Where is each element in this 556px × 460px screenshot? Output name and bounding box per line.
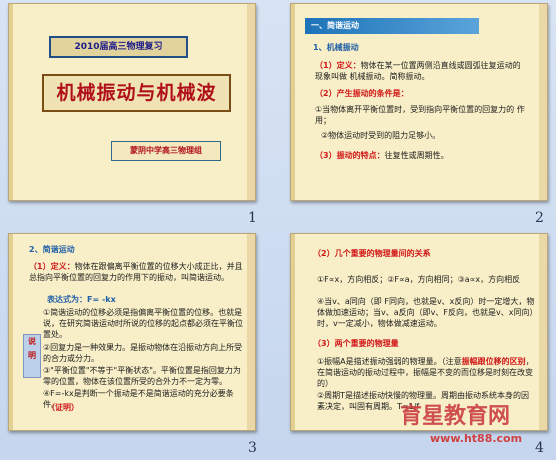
definition-label: （1）定义： <box>315 61 361 70</box>
slide-edge-decoration <box>9 234 13 430</box>
note-2: ②回复力是一种效果力。是振动物体在沿振动方向上所受的合力或分力。 <box>43 343 243 363</box>
note-1: ①简谐运动的位移必须是指偏离平衡位置的位移。也就是说，在研究简谐运动时所说的位移… <box>43 308 243 339</box>
proof-link[interactable]: （证明） <box>47 402 79 413</box>
side-label-char-1: 说 <box>28 337 36 346</box>
watermark-logo: 育星教育网 <box>400 404 511 429</box>
author-label: 蒙阴中学高三物理组 <box>111 141 221 161</box>
slide-3-thumbnail[interactable]: 2、简谐运动 （1）定义：物体在跟偏离平衡位置的位移大小成正比，并且总指向平衡位… <box>8 233 256 431</box>
condition-1: ①当物体离开平衡位置时，受到指向平衡位置的回复力的 作用； <box>315 105 525 125</box>
slide-edge-decoration <box>539 4 547 200</box>
slide-number-3: 3 <box>248 440 257 456</box>
definition-label: （1）定义： <box>29 262 75 271</box>
slide-4-thumbnail[interactable]: （2）几个重要的物理量间的关系 ①F∝x，方向相反；②F∝a，方向相同；③a∝x… <box>290 233 548 431</box>
side-label-char-2: 明 <box>28 351 36 360</box>
slide-edge-decoration <box>291 4 295 200</box>
slide-1-thumbnail[interactable]: 2010届高三物理复习 机械振动与机械波 蒙阴中学高三物理组 <box>8 3 256 201</box>
feature-label: （3）振动的特点： <box>315 151 385 160</box>
feature: （3）振动的特点：往复性或周期性。 <box>315 150 449 161</box>
definition: （1）定义：物体在某一位置两侧沿直线或圆弧往复运动的现象叫做 机械振动。简称振动… <box>315 60 525 82</box>
slide-edge-decoration <box>9 4 13 200</box>
section-heading: 2、简谐运动 <box>29 245 75 254</box>
watermark-url: www.ht88.com <box>430 432 523 445</box>
course-tag: 2010届高三物理复习 <box>49 36 188 58</box>
section-heading-2: （3）两个重要的物理量 <box>313 339 399 348</box>
formula: 表达式为：F= -kx <box>47 295 116 304</box>
slide-edge-decoration <box>247 234 255 430</box>
quantity-1-highlight: 振幅跟位移的区别 <box>461 357 526 366</box>
condition-label: （2）产生振动的条件是： <box>315 89 409 98</box>
slide-number-2: 2 <box>535 210 544 226</box>
definition: （1）定义：物体在跟偏离平衡位置的位移大小成正比，并且总指向平衡位置的回复力的作… <box>29 261 244 283</box>
relation-1: ①F∝x，方向相反；②F∝a，方向相同；③a∝x，方向相反 <box>317 275 521 284</box>
slide-number-1: 1 <box>248 210 257 226</box>
relation-2: ④当v、a同向（即 F同向，也就是v、x反向）时一定增大，物体做加速运动；当v、… <box>317 297 535 328</box>
quantity-1-text-a: ①振幅A是描述振动强弱的物理量。（注意 <box>317 357 462 366</box>
section-heading: 一、简谐运动 <box>305 18 479 34</box>
slide-edge-decoration <box>539 234 547 430</box>
note-3: ③"平衡位置"不等于"平衡状态"。平衡位置是指回复力为零的位置，物体在该位置所受… <box>43 366 241 386</box>
condition-2: ②物体运动时受到的阻力足够小。 <box>321 131 441 140</box>
side-label: 说 明 <box>23 334 41 378</box>
subheading: 1、机械振动 <box>313 43 359 52</box>
section-heading: （2）几个重要的物理量间的关系 <box>313 249 431 258</box>
slide-edge-decoration <box>291 234 295 430</box>
slide-edge-decoration <box>247 4 255 200</box>
slide-2-thumbnail[interactable]: 一、简谐运动 1、机械振动 （1）定义：物体在某一位置两侧沿直线或圆弧往复运动的… <box>290 3 548 201</box>
quantity-1: ①振幅A是描述振动强弱的物理量。（注意振幅跟位移的区别，在简谐运动的振动过程中，… <box>317 356 537 389</box>
feature-text: 往复性或周期性。 <box>384 151 449 160</box>
slide-number-4: 4 <box>535 440 544 456</box>
slide-title: 机械振动与机械波 <box>42 74 231 112</box>
